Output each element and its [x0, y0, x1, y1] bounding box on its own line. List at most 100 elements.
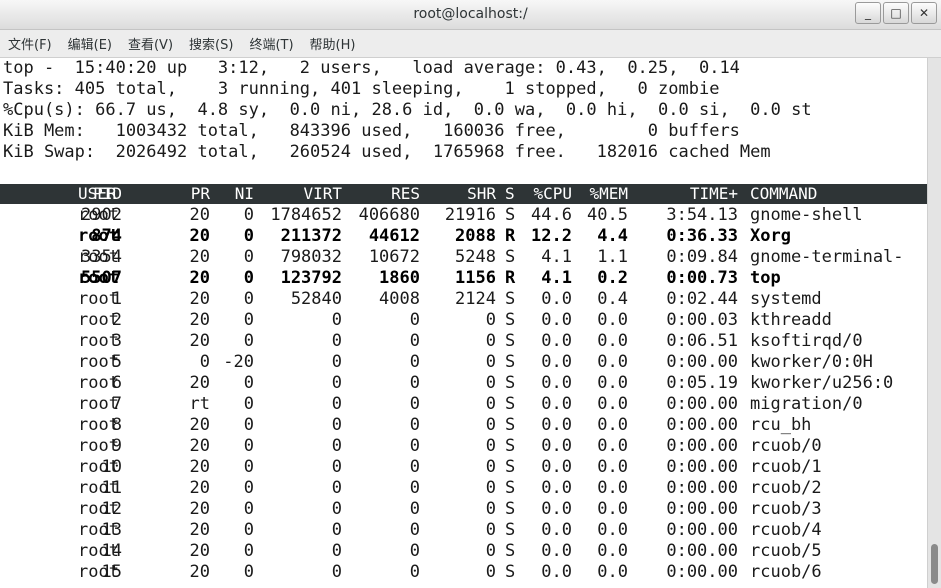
cell-cpu: 0.0: [541, 436, 572, 456]
cell-virt: 0: [331, 436, 342, 456]
cell-ni: 0: [243, 268, 254, 288]
cell-res: 406680: [358, 205, 420, 225]
cell-mem: 0.0: [597, 394, 628, 414]
maximize-button[interactable]: □: [883, 2, 909, 24]
cell-shr: 0: [485, 415, 496, 435]
cell-command: rcu_bh: [750, 415, 812, 435]
cell-shr: 0: [485, 457, 496, 477]
summary-uptime: top - 15:40:20 up 3:12, 2 users, load av…: [3, 58, 740, 78]
menu-help[interactable]: 帮助(H): [302, 34, 364, 53]
cell-ni: 0: [243, 310, 254, 330]
menu-search[interactable]: 搜索(S): [181, 34, 241, 53]
cell-ni: 0: [243, 457, 254, 477]
cell-cpu: 0.0: [541, 499, 572, 519]
menu-view[interactable]: 查看(V): [120, 34, 181, 53]
cell-mem: 0.0: [597, 541, 628, 561]
process-row: 12 root 20 0 0 0 0 S 0.0 0.0 0:00.00 rcuob/3: [0, 499, 927, 520]
cell-res: 1860: [379, 268, 420, 288]
cell-state: R: [505, 226, 516, 246]
cell-cpu: 0.0: [541, 394, 572, 414]
process-row: 7 root rt 0 0 0 0 S 0.0 0.0 0:00.00 migration/0: [0, 394, 927, 415]
cell-cpu: 0.0: [541, 562, 572, 582]
title-bar[interactable]: root@localhost:/ _ □ ✕: [0, 0, 941, 30]
cell-res: 0: [409, 394, 420, 414]
cell-mem: 0.0: [597, 562, 628, 582]
summary-mem: KiB Mem: 1003432 total, 843396 used, 160…: [3, 121, 740, 141]
cell-cpu: 0.0: [541, 331, 572, 351]
cell-mem: 0.0: [597, 499, 628, 519]
cell-time: 0:00.00: [666, 457, 738, 477]
process-row: 11 root 20 0 0 0 0 S 0.0 0.0 0:00.00 rcuob/2: [0, 478, 927, 499]
cell-command: top: [750, 268, 781, 288]
cell-time: 0:00.00: [666, 562, 738, 582]
cell-res: 0: [409, 499, 420, 519]
process-row: 5507 root 20 0 123792 1860 1156 R 4.1 0.2 0:00.73 t…: [0, 268, 927, 289]
cell-state: S: [505, 562, 516, 582]
cell-command: kworker/0:0H: [750, 352, 873, 372]
cell-ni: -20: [223, 352, 254, 372]
terminal-area[interactable]: top - 15:40:20 up 3:12, 2 users, load av…: [0, 58, 927, 588]
cell-virt: 0: [331, 394, 342, 414]
cell-mem: 4.4: [597, 226, 628, 246]
cell-shr: 0: [485, 541, 496, 561]
column-header-time: TIME+: [689, 184, 738, 203]
summary-swap: KiB Swap: 2026492 total, 260524 used, 17…: [3, 142, 771, 162]
cell-cpu: 0.0: [541, 415, 572, 435]
cell-mem: 0.0: [597, 331, 628, 351]
cell-res: 0: [409, 310, 420, 330]
cell-virt: 0: [331, 310, 342, 330]
cell-ni: 0: [243, 331, 254, 351]
cell-time: 0:06.51: [666, 331, 738, 351]
cell-res: 0: [409, 520, 420, 540]
column-header-command: COMMAND: [750, 184, 818, 203]
cell-command: kthreadd: [750, 310, 832, 330]
cell-shr: 2088: [455, 226, 496, 246]
process-row: 5 root 0 -20 0 0 0 S 0.0 0.0 0:00.00 kworker/0:0H: [0, 352, 927, 373]
process-row: 2902 root 20 0 1784652 406680 21916 S 44.6 40.5 3:…: [0, 205, 927, 226]
process-row: 8 root 20 0 0 0 0 S 0.0 0.0 0:00.00 rcu_bh: [0, 415, 927, 436]
cell-time: 0:00.03: [666, 310, 738, 330]
cell-command: rcuob/1: [750, 457, 822, 477]
cell-state: S: [505, 373, 516, 393]
process-row: 15 root 20 0 0 0 0 S 0.0 0.0 0:00.00 rcuob/6: [0, 562, 927, 583]
cell-time: 0:00.00: [666, 520, 738, 540]
cell-state: S: [505, 331, 516, 351]
cell-mem: 0.0: [597, 310, 628, 330]
window-controls: _ □ ✕: [855, 2, 937, 24]
cell-virt: 52840: [290, 289, 342, 309]
cell-state: S: [505, 499, 516, 519]
cell-mem: 0.2: [597, 268, 628, 288]
cell-mem: 40.5: [587, 205, 628, 225]
minimize-button[interactable]: _: [855, 2, 881, 24]
cell-mem: 0.0: [597, 373, 628, 393]
close-button[interactable]: ✕: [911, 2, 937, 24]
cell-shr: 0: [485, 478, 496, 498]
cell-virt: 0: [331, 331, 342, 351]
cell-state: S: [505, 205, 516, 225]
scrollbar[interactable]: [927, 58, 941, 588]
cell-command: rcuob/5: [750, 541, 822, 561]
menu-terminal[interactable]: 终端(T): [241, 34, 301, 53]
cell-shr: 0: [485, 436, 496, 456]
scrollbar-thumb[interactable]: [931, 544, 938, 584]
column-header-res: RES: [391, 184, 420, 203]
cell-ni: 0: [243, 247, 254, 267]
cell-shr: 0: [485, 373, 496, 393]
process-row: 1 root 20 0 52840 4008 2124 S 0.0 0.4 0:02.44 syste…: [0, 289, 927, 310]
cell-virt: 0: [331, 499, 342, 519]
cell-time: 0:00.00: [666, 499, 738, 519]
cell-res: 0: [409, 478, 420, 498]
cell-virt: 211372: [280, 226, 342, 246]
cell-res: 0: [409, 352, 420, 372]
menu-edit[interactable]: 编辑(E): [60, 34, 120, 53]
column-header-virt: VIRT: [303, 184, 342, 203]
cell-mem: 0.0: [597, 352, 628, 372]
cell-shr: 2124: [455, 289, 496, 309]
cell-ni: 0: [243, 415, 254, 435]
cell-state: S: [505, 457, 516, 477]
cell-shr: 1156: [455, 268, 496, 288]
cell-cpu: 0.0: [541, 289, 572, 309]
cell-state: S: [505, 436, 516, 456]
cell-command: Xorg: [750, 226, 791, 246]
menu-file[interactable]: 文件(F): [0, 34, 60, 53]
